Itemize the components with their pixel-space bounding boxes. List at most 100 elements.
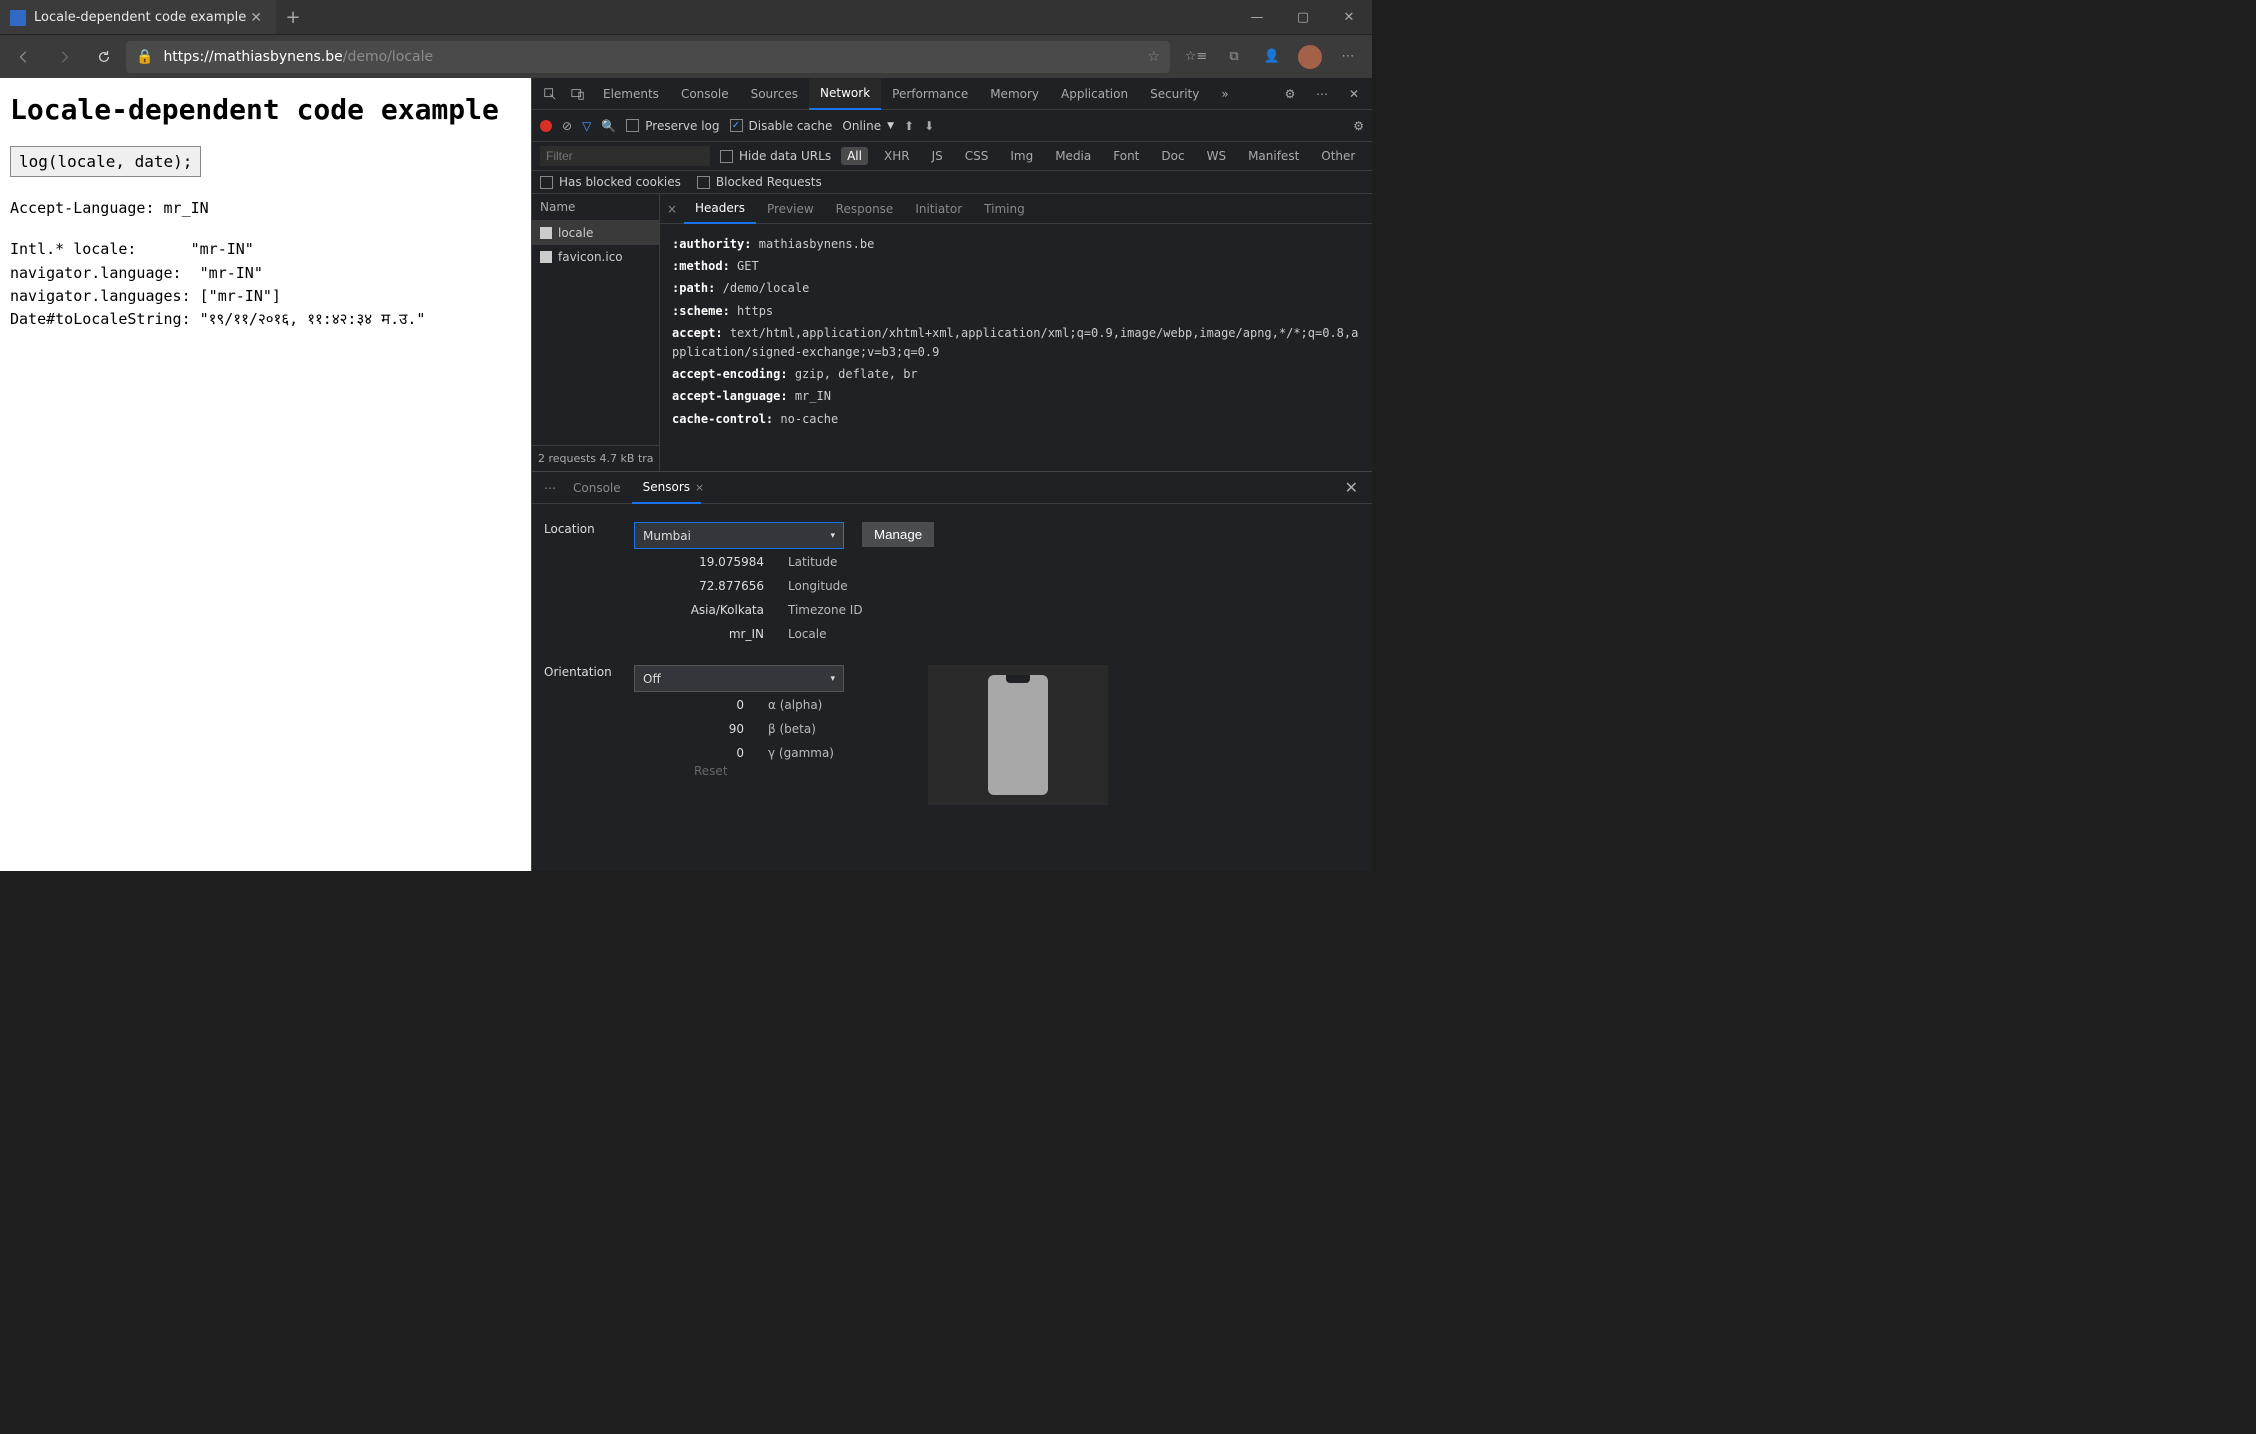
tab-sources[interactable]: Sources bbox=[740, 78, 809, 110]
profile-icon[interactable]: 👤 bbox=[1254, 39, 1290, 75]
collections-icon[interactable]: ⧉ bbox=[1216, 39, 1252, 75]
pill-img[interactable]: Img bbox=[1004, 147, 1039, 165]
tab-security[interactable]: Security bbox=[1139, 78, 1210, 110]
headers-list: :authority: mathiasbynens.be :method: GE… bbox=[660, 224, 1372, 471]
gamma-label: γ (gamma) bbox=[768, 746, 888, 760]
reset-button[interactable]: Reset bbox=[684, 760, 888, 782]
new-tab-button[interactable]: + bbox=[276, 7, 310, 28]
beta-value: 90 bbox=[644, 722, 744, 736]
tab-memory[interactable]: Memory bbox=[979, 78, 1050, 110]
filter-toggle-icon[interactable]: ▽ bbox=[582, 119, 591, 133]
close-devtools-icon[interactable]: ✕ bbox=[1340, 78, 1368, 110]
menu-icon[interactable]: ⋯ bbox=[1330, 39, 1366, 75]
kebab-icon[interactable]: ⋯ bbox=[1308, 78, 1336, 110]
name-column-header[interactable]: Name bbox=[532, 194, 659, 221]
address-bar: 🔒 https://mathiasbynens.be/demo/locale ☆… bbox=[0, 34, 1372, 78]
location-select[interactable]: Mumbai▾ bbox=[634, 522, 844, 549]
latitude-value: 19.075984 bbox=[644, 555, 764, 569]
tab-console[interactable]: Console bbox=[670, 78, 740, 110]
forward-button[interactable] bbox=[46, 39, 82, 75]
favorite-icon[interactable]: ☆ bbox=[1147, 49, 1160, 65]
tab-performance[interactable]: Performance bbox=[881, 78, 979, 110]
url-path: /demo/locale bbox=[343, 49, 433, 65]
tab-elements[interactable]: Elements bbox=[592, 78, 670, 110]
file-icon bbox=[540, 227, 552, 239]
gamma-value: 0 bbox=[644, 746, 744, 760]
network-body: Name locale favicon.ico 2 requests 4.7 k… bbox=[532, 194, 1372, 471]
blocked-requests-checkbox[interactable]: Blocked Requests bbox=[697, 175, 822, 189]
devtools-panel: Elements Console Sources Network Perform… bbox=[531, 78, 1372, 871]
drawer-tab-console[interactable]: Console bbox=[562, 472, 632, 504]
pill-js[interactable]: JS bbox=[926, 147, 949, 165]
close-detail-icon[interactable]: × bbox=[660, 202, 684, 216]
maximize-icon[interactable]: ▢ bbox=[1280, 0, 1326, 34]
pill-media[interactable]: Media bbox=[1049, 147, 1097, 165]
drawer-menu-icon[interactable]: ⋯ bbox=[538, 481, 562, 495]
hide-data-urls-checkbox[interactable]: Hide data URLs bbox=[720, 149, 831, 163]
gear-icon[interactable]: ⚙ bbox=[1276, 78, 1304, 110]
avatar[interactable] bbox=[1292, 39, 1328, 75]
tab-application[interactable]: Application bbox=[1050, 78, 1139, 110]
location-label: Location bbox=[544, 522, 616, 536]
refresh-button[interactable] bbox=[86, 39, 122, 75]
tab-network[interactable]: Network bbox=[809, 78, 881, 110]
orientation-select[interactable]: Off▾ bbox=[634, 665, 844, 692]
locale-output: Intl.* locale: "mr-IN" navigator.languag… bbox=[10, 238, 521, 331]
favorites-icon[interactable]: ☆≡ bbox=[1178, 39, 1214, 75]
search-icon[interactable]: 🔍 bbox=[601, 119, 616, 133]
manage-button[interactable]: Manage bbox=[862, 522, 934, 547]
pill-all[interactable]: All bbox=[841, 147, 868, 165]
favicon-icon bbox=[10, 10, 26, 26]
drawer-tab-sensors[interactable]: Sensors bbox=[632, 472, 701, 504]
filter-bar-2: Has blocked cookies Blocked Requests bbox=[532, 171, 1372, 194]
request-list: Name locale favicon.ico 2 requests 4.7 k… bbox=[532, 194, 660, 471]
pill-font[interactable]: Font bbox=[1107, 147, 1145, 165]
network-toolbar: ⊘ ▽ 🔍 Preserve log Disable cache Online … bbox=[532, 110, 1372, 142]
preserve-log-checkbox[interactable]: Preserve log bbox=[626, 119, 719, 133]
filter-input[interactable] bbox=[540, 146, 710, 166]
pill-xhr[interactable]: XHR bbox=[878, 147, 916, 165]
tab-more-icon[interactable]: » bbox=[1210, 78, 1239, 110]
blocked-cookies-checkbox[interactable]: Has blocked cookies bbox=[540, 175, 681, 189]
request-row[interactable]: locale bbox=[532, 221, 659, 245]
throttling-select[interactable]: Online ▼ bbox=[842, 119, 894, 133]
pill-other[interactable]: Other bbox=[1315, 147, 1361, 165]
clear-icon[interactable]: ⊘ bbox=[562, 119, 572, 133]
close-window-icon[interactable]: ✕ bbox=[1326, 0, 1372, 34]
drawer-tabs: ⋯ Console Sensors × ✕ bbox=[532, 472, 1372, 504]
url-input[interactable]: 🔒 https://mathiasbynens.be/demo/locale ☆ bbox=[126, 41, 1170, 73]
minimize-icon[interactable]: — bbox=[1234, 0, 1280, 34]
file-icon bbox=[540, 251, 552, 263]
close-drawer-icon[interactable]: ✕ bbox=[1337, 478, 1366, 497]
tab-headers[interactable]: Headers bbox=[684, 194, 756, 224]
locale-value: mr_IN bbox=[644, 627, 764, 641]
inspect-icon[interactable] bbox=[536, 78, 564, 110]
pill-doc[interactable]: Doc bbox=[1155, 147, 1190, 165]
upload-icon[interactable]: ⬆ bbox=[904, 119, 914, 133]
request-detail: × Headers Preview Response Initiator Tim… bbox=[660, 194, 1372, 471]
tab-initiator[interactable]: Initiator bbox=[904, 194, 973, 224]
record-icon[interactable] bbox=[540, 120, 552, 132]
pill-manifest[interactable]: Manifest bbox=[1242, 147, 1305, 165]
window-controls: — ▢ ✕ bbox=[1234, 0, 1372, 34]
phone-orientation-preview[interactable] bbox=[988, 675, 1048, 795]
close-tab-icon[interactable]: ✕ bbox=[246, 10, 266, 26]
disable-cache-checkbox[interactable]: Disable cache bbox=[730, 119, 833, 133]
pill-css[interactable]: CSS bbox=[959, 147, 995, 165]
latitude-label: Latitude bbox=[788, 555, 948, 569]
back-button[interactable] bbox=[6, 39, 42, 75]
lock-icon: 🔒 bbox=[136, 49, 153, 65]
filter-bar: Hide data URLs All XHR JS CSS Img Media … bbox=[532, 142, 1372, 171]
log-button[interactable]: log(locale, date); bbox=[10, 146, 201, 177]
device-toggle-icon[interactable] bbox=[564, 78, 592, 110]
tab-timing[interactable]: Timing bbox=[973, 194, 1036, 224]
pill-ws[interactable]: WS bbox=[1201, 147, 1232, 165]
tab-response[interactable]: Response bbox=[825, 194, 905, 224]
download-icon[interactable]: ⬇ bbox=[924, 119, 934, 133]
settings-icon[interactable]: ⚙ bbox=[1353, 119, 1364, 133]
close-sensors-icon[interactable]: × bbox=[695, 481, 704, 494]
browser-tab[interactable]: Locale-dependent code example ✕ bbox=[0, 0, 276, 34]
tab-preview[interactable]: Preview bbox=[756, 194, 825, 224]
request-row[interactable]: favicon.ico bbox=[532, 245, 659, 269]
devtools-tabs: Elements Console Sources Network Perform… bbox=[532, 78, 1372, 110]
